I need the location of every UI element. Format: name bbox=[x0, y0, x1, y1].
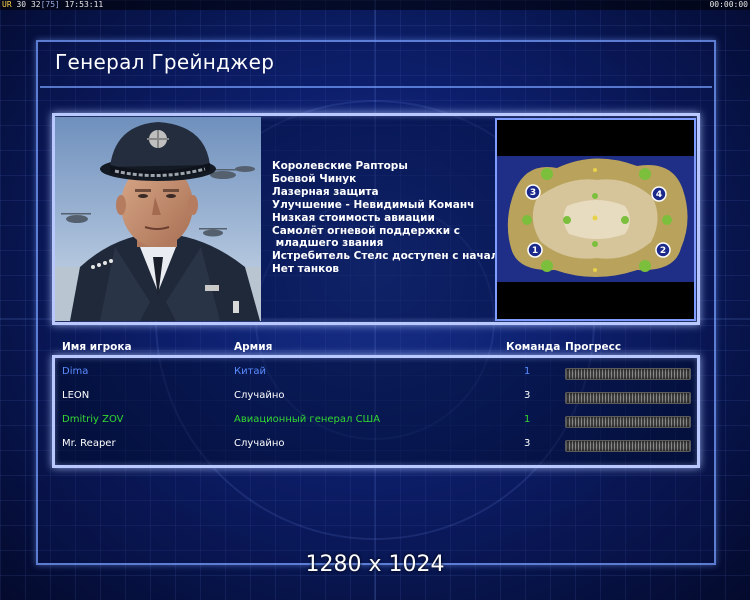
status-value-3: [75] bbox=[40, 0, 60, 9]
status-value-2: 32 bbox=[30, 0, 41, 9]
player-team: 1 bbox=[524, 414, 531, 425]
table-row: Dmitriy ZOV Авиационный генерал США 1 bbox=[0, 410, 750, 430]
feature-item: Королевские Рапторы bbox=[272, 160, 408, 172]
column-header-progress: Прогресс bbox=[565, 341, 622, 353]
feature-item: младшего звания bbox=[272, 237, 384, 250]
general-features-list: Королевские Рапторы Боевой Чинук Лазерна… bbox=[272, 160, 506, 276]
feature-item: Низкая стоимость авиации bbox=[272, 211, 435, 224]
feature-item: Лазерная защита bbox=[272, 185, 379, 198]
player-army: Авиационный генерал США bbox=[234, 414, 381, 425]
status-bar: UR 30 32[75] 17:53:11 00:00:00 bbox=[0, 0, 750, 10]
table-row: Dima Китай 1 bbox=[0, 362, 750, 382]
player-name: LEON bbox=[62, 390, 90, 401]
feature-item: Нет танков bbox=[272, 263, 340, 276]
status-ur: UR bbox=[2, 0, 12, 9]
column-header-player: Имя игрока bbox=[62, 341, 132, 353]
feature-item: Истребитель Стелс доступен с начала bbox=[272, 250, 506, 263]
start-position-label: 3 bbox=[530, 188, 536, 198]
status-bar-left: UR 30 32[75] 17:53:11 bbox=[2, 0, 103, 10]
progress-bar bbox=[565, 392, 691, 404]
status-clock: 17:53:11 bbox=[64, 0, 104, 9]
status-timer: 00:00:00 bbox=[709, 0, 748, 9]
feature-item: Самолёт огневой поддержки с bbox=[272, 224, 460, 237]
general-portrait-image bbox=[55, 117, 261, 321]
start-position-label: 1 bbox=[532, 246, 538, 256]
minimap-image: 1 2 3 4 bbox=[497, 120, 694, 319]
feature-item: Улучшение - Невидимый Команч bbox=[272, 198, 475, 211]
resolution-label: 1280 x 1024 bbox=[305, 552, 445, 577]
start-position-label: 2 bbox=[660, 246, 666, 256]
start-position-label: 4 bbox=[656, 190, 662, 200]
table-row: Mr. Reaper Случайно 3 bbox=[0, 434, 750, 454]
status-value-1: 30 bbox=[16, 0, 27, 9]
map-preview[interactable]: 1 2 3 4 bbox=[495, 118, 696, 321]
progress-bar bbox=[565, 440, 691, 452]
player-team: 3 bbox=[524, 390, 531, 401]
progress-bar bbox=[565, 368, 691, 380]
progress-bar bbox=[565, 416, 691, 428]
feature-item: Боевой Чинук bbox=[272, 172, 357, 185]
general-portrait bbox=[55, 117, 261, 321]
page-title: Генерал Грейнджер bbox=[55, 50, 275, 74]
player-team: 3 bbox=[524, 438, 531, 449]
title-divider bbox=[40, 86, 712, 88]
player-army: Китай bbox=[234, 366, 267, 377]
player-name: Dima bbox=[62, 366, 89, 377]
player-name: Dmitriy ZOV bbox=[62, 414, 124, 425]
column-header-team: Команда bbox=[506, 341, 561, 353]
player-army: Случайно bbox=[234, 438, 285, 449]
player-army: Случайно bbox=[234, 390, 285, 401]
table-row: LEON Случайно 3 bbox=[0, 386, 750, 406]
column-header-army: Армия bbox=[234, 341, 273, 353]
player-team: 1 bbox=[524, 366, 531, 377]
player-name: Mr. Reaper bbox=[62, 438, 116, 449]
